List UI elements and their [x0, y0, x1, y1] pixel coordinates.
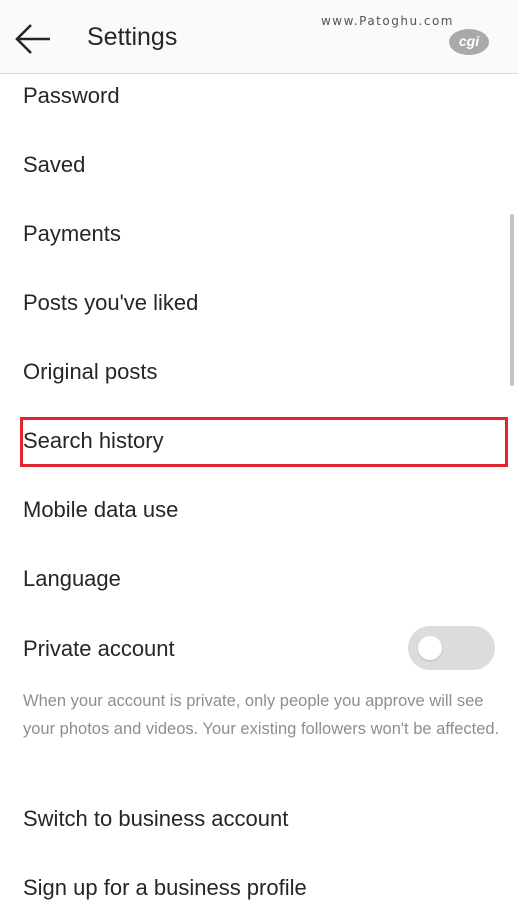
toggle-knob [418, 636, 442, 660]
menu-item-language[interactable]: Language [23, 564, 121, 594]
watermark-text: www.Patoghu.com [320, 14, 454, 28]
menu-item-private-account: Private account [23, 636, 175, 661]
menu-item-switch-business[interactable]: Switch to business account [23, 804, 288, 834]
page-title: Settings [87, 23, 178, 51]
menu-item-mobile-data-use[interactable]: Mobile data use [23, 495, 178, 525]
back-button[interactable] [14, 22, 54, 56]
private-account-description: When your account is private, only peopl… [23, 692, 500, 738]
watermark-logo: cgi [449, 29, 489, 55]
menu-item-search-history[interactable]: Search history [23, 426, 164, 456]
scrollbar[interactable] [510, 214, 514, 386]
menu-item-original-posts[interactable]: Original posts [23, 357, 158, 387]
menu-item-business-profile[interactable]: Sign up for a business profile [23, 873, 307, 903]
app-header: Settings www.Patoghu.com cgi [0, 0, 518, 74]
menu-item-password[interactable]: Password [23, 81, 120, 111]
menu-item-saved[interactable]: Saved [23, 150, 85, 180]
private-account-toggle[interactable] [408, 626, 495, 670]
menu-item-payments[interactable]: Payments [23, 219, 121, 249]
menu-item-posts-liked[interactable]: Posts you've liked [23, 288, 198, 318]
arrow-left-icon [15, 24, 50, 54]
